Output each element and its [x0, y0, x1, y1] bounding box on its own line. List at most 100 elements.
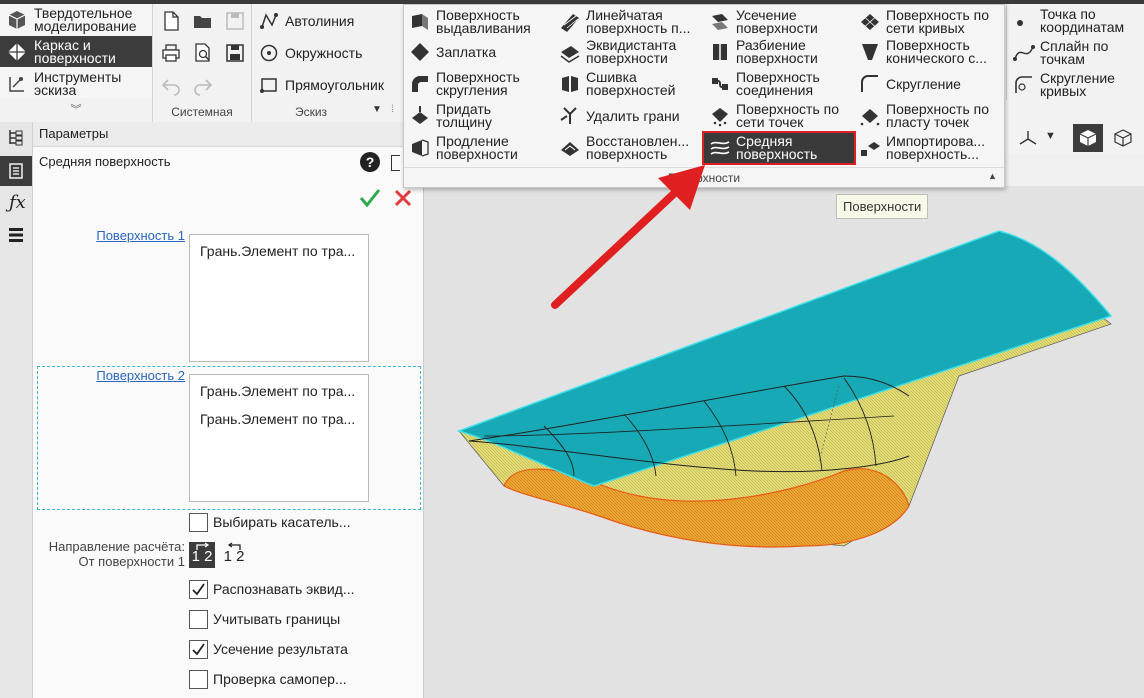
direction-label: Направление расчёта:: [48, 539, 185, 554]
checkmark-icon: [192, 583, 205, 596]
bounds-checkbox[interactable]: [189, 610, 208, 629]
drag-handle[interactable]: ⁞: [391, 104, 394, 115]
surface2-item[interactable]: Грань.Элемент по тра...: [200, 383, 355, 399]
shaded-view-button[interactable]: [1073, 124, 1103, 152]
tool-label-2: координатам: [1040, 19, 1125, 35]
save-as-icon[interactable]: [224, 42, 246, 64]
panel-header: Параметры: [33, 122, 423, 147]
point-cloud-icon: [860, 109, 880, 126]
item-label-2: сети точек: [736, 114, 804, 130]
extrusion-surface-icon: [412, 14, 428, 30]
model-3d-render: [456, 230, 1113, 548]
wireframe-surfaces-icon: [8, 42, 26, 61]
tool-point-by-coords[interactable]: Точка по координатам: [1008, 6, 1124, 36]
orientation-dropdown-arrow[interactable]: ▼: [1045, 130, 1056, 142]
selfcheck-label: Проверка самопер...: [213, 671, 347, 687]
parameters-tab[interactable]: [0, 156, 32, 186]
stitch-surfaces-item[interactable]: Сшивка поверхностей: [554, 69, 675, 99]
sketch-dropdown-arrow[interactable]: ▼: [372, 104, 382, 115]
conic-surface-item[interactable]: Поверхность конического с...: [854, 37, 987, 67]
solid-modeling-icon: [8, 10, 26, 29]
point-cloud-surface-item[interactable]: Поверхность по пласту точек: [854, 101, 989, 131]
cancel-cross-icon[interactable]: [393, 188, 413, 208]
item-label-2: поверхности: [436, 146, 518, 162]
ruled-surface-item[interactable]: Линейчатая поверхность п...: [554, 7, 690, 37]
help-icon[interactable]: ?: [360, 152, 380, 172]
open-folder-icon[interactable]: [192, 10, 214, 32]
tool-curve-fillet[interactable]: Скругление кривых: [1008, 70, 1115, 100]
item-label: Удалить грани: [586, 107, 680, 124]
fillet-icon: [861, 75, 878, 92]
point-mesh-surface-item[interactable]: Поверхность по сети точек: [704, 101, 839, 131]
model-tree-icon[interactable]: [7, 128, 25, 146]
parameters-icon: [9, 163, 23, 179]
item-label-2: поверхностей: [586, 82, 676, 98]
mode-sketch-tools[interactable]: Инструменты эскиза: [0, 68, 152, 99]
preview-icon[interactable]: [192, 42, 214, 64]
curve-mesh-surface-item[interactable]: Поверхность по сети кривых: [854, 7, 989, 37]
surface1-link[interactable]: Поверхность 1: [73, 228, 185, 243]
orientation-axes-icon[interactable]: [1017, 128, 1039, 150]
expand-modes-chevron[interactable]: ︾: [0, 100, 152, 120]
thicken-icon: [412, 106, 428, 124]
group-caption-system: Системная: [171, 105, 233, 119]
mode-label-2: эскиза: [34, 81, 77, 98]
split-surface-item[interactable]: Разбиение поверхности: [704, 37, 818, 67]
patch-item[interactable]: Заплатка: [404, 37, 496, 67]
tool-circle[interactable]: Окружность: [258, 40, 362, 66]
item-label-2: толщину: [436, 114, 492, 130]
panel-menu-icon[interactable]: [391, 155, 400, 171]
curve-mesh-icon: [861, 14, 879, 30]
3d-viewport[interactable]: [424, 186, 1144, 698]
import-surface-icon: [861, 142, 880, 156]
surface1-item[interactable]: Грань.Элемент по тра...: [200, 243, 355, 259]
surface2-list[interactable]: Грань.Элемент по тра... Грань.Элемент по…: [189, 374, 369, 502]
tool-autoline[interactable]: Автолиния: [258, 8, 354, 34]
left-sidebar: ƒx: [0, 122, 33, 698]
selfcheck-checkbox[interactable]: [189, 670, 208, 689]
fillet-surface-item[interactable]: Поверхность скругления: [404, 69, 520, 99]
tangent-checkbox[interactable]: [189, 513, 208, 532]
trim-surface-item[interactable]: Усечение поверхности: [704, 7, 818, 37]
offset-surface-item[interactable]: Эквидистанта поверхности: [554, 37, 676, 67]
equidistant-checkbox[interactable]: [189, 580, 208, 599]
print-icon[interactable]: [160, 42, 182, 64]
patch-icon: [411, 43, 429, 61]
bounds-label: Учитывать границы: [213, 611, 341, 627]
import-surface-item[interactable]: Импортирова... поверхность...: [854, 133, 985, 163]
mode-solid-modeling[interactable]: Твердотельное моделирование: [0, 4, 152, 35]
panel-header-title: Параметры: [39, 126, 109, 141]
confirm-checkmark-icon[interactable]: [359, 188, 381, 208]
connect-surface-item[interactable]: Поверхность соединения: [704, 69, 820, 99]
ruled-surface-icon: [561, 14, 579, 32]
extend-surface-item[interactable]: Продление поверхности: [404, 133, 518, 163]
delete-faces-item[interactable]: Удалить грани: [554, 101, 680, 131]
item-label-2: пласту точек: [886, 114, 969, 130]
surface1-list[interactable]: Грань.Элемент по тра...: [189, 234, 369, 362]
new-document-icon[interactable]: [160, 10, 182, 32]
item-label-2: сети кривых: [886, 20, 965, 36]
collapse-arrow[interactable]: ▲: [988, 171, 997, 181]
delete-faces-icon: [560, 107, 577, 124]
tool-rectangle[interactable]: Прямоугольник: [258, 72, 384, 98]
connect-surface-icon: [712, 78, 728, 90]
item-label-2: конического с...: [886, 50, 987, 66]
wireframe-cube-icon[interactable]: [1113, 128, 1133, 148]
surface2-item[interactable]: Грань.Элемент по тра...: [200, 411, 355, 427]
parameters-panel: Параметры Средняя поверхность ? Поверхно…: [33, 122, 424, 698]
layers-icon[interactable]: [7, 226, 25, 244]
red-pointer-arrow: [551, 165, 705, 309]
tooltip: Поверхности: [836, 194, 929, 219]
thicken-item[interactable]: Придать толщину: [404, 101, 492, 131]
redo-icon: [194, 79, 213, 96]
surface-extrusion-item[interactable]: Поверхность выдавливания: [404, 7, 531, 37]
surface2-link[interactable]: Поверхность 2: [73, 368, 185, 383]
mode-wireframe-surfaces[interactable]: Каркас и поверхности: [0, 36, 152, 67]
item-label: Заплатка: [436, 43, 497, 60]
fillet-item[interactable]: Скругление: [854, 69, 961, 99]
variables-fx-icon[interactable]: ƒx: [9, 192, 26, 213]
direction-arrow-icon: [196, 542, 210, 550]
trim-checkbox[interactable]: [189, 640, 208, 659]
mid-surface-item-selected[interactable]: Средняя поверхность: [702, 131, 856, 165]
tool-spline-by-points[interactable]: Сплайн по точкам: [1008, 38, 1108, 68]
